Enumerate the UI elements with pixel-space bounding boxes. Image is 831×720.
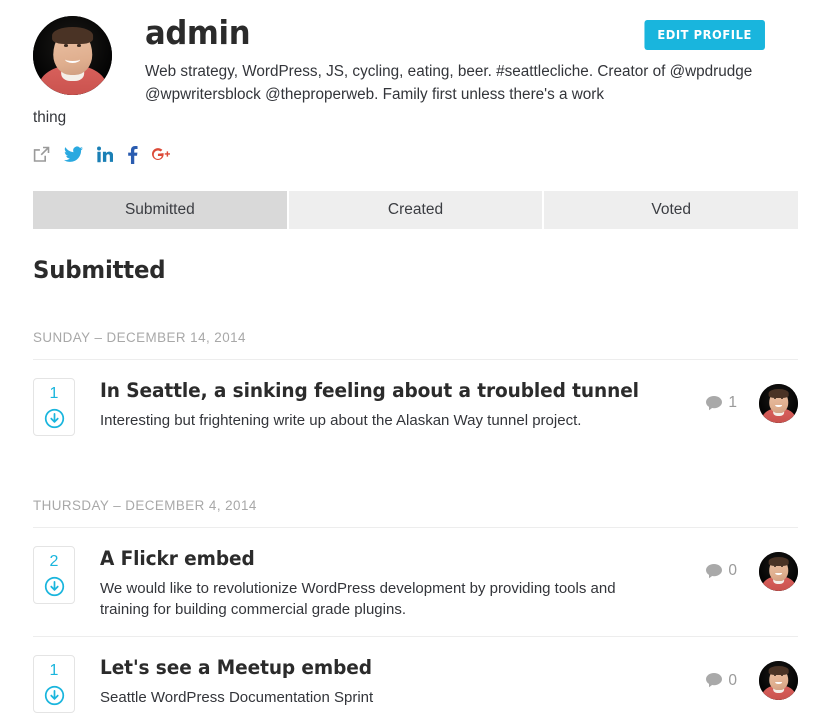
tab-created[interactable]: Created xyxy=(288,190,545,229)
facebook-icon[interactable] xyxy=(127,145,138,164)
profile-header: admin Web strategy, WordPress, JS, cycli… xyxy=(33,0,798,167)
post-row: 1 Let's see a Meetup embed Seattle WordP… xyxy=(33,636,798,720)
social-links xyxy=(33,143,798,167)
avatar-photo xyxy=(33,16,112,95)
post-group: SUNDAY – DECEMBER 14, 2014 1 In Seattle,… xyxy=(33,330,798,452)
post-author-avatar[interactable] xyxy=(759,661,798,701)
post-body: A Flickr embed We would like to revoluti… xyxy=(100,546,692,620)
comment-count: 0 xyxy=(728,562,737,580)
bio-line-3: thing xyxy=(33,108,67,126)
downvote-arrow-icon[interactable] xyxy=(44,408,65,429)
post-title[interactable]: Let's see a Meetup embed xyxy=(100,656,663,679)
vote-box[interactable]: 1 xyxy=(33,655,75,714)
post-meta: 0 xyxy=(706,546,798,591)
post-meta: 0 xyxy=(706,655,798,701)
profile-page: admin Web strategy, WordPress, JS, cycli… xyxy=(0,0,831,720)
date-heading: SUNDAY – DECEMBER 14, 2014 xyxy=(33,329,246,345)
vote-box[interactable]: 1 xyxy=(33,377,75,436)
vote-box[interactable]: 2 xyxy=(33,545,75,604)
vote-count: 1 xyxy=(49,662,59,680)
post-meta: 1 xyxy=(706,378,798,423)
downvote-arrow-icon[interactable] xyxy=(44,576,65,597)
post-row: 2 A Flickr embed We would like to revolu… xyxy=(33,526,798,636)
tab-submitted[interactable]: Submitted xyxy=(33,190,289,229)
post-author-avatar[interactable] xyxy=(759,383,798,423)
vote-count: 2 xyxy=(49,552,59,570)
comment-count: 1 xyxy=(728,394,737,412)
comments-link[interactable]: 1 xyxy=(706,394,737,412)
googleplus-icon[interactable] xyxy=(152,146,170,164)
profile-tabs: Submitted Created Voted xyxy=(33,190,799,229)
vote-count: 1 xyxy=(49,384,59,402)
comments-link[interactable]: 0 xyxy=(706,672,737,690)
avatar xyxy=(33,16,112,95)
date-heading: THURSDAY – DECEMBER 4, 2014 xyxy=(33,497,257,513)
bio-line-1: Web strategy, WordPress, JS, cycling, ea… xyxy=(145,62,666,80)
twitter-icon[interactable] xyxy=(64,146,83,163)
post-description: Seattle WordPress Documentation Sprint xyxy=(100,689,374,707)
downvote-arrow-icon[interactable] xyxy=(44,685,65,706)
external-link-icon[interactable] xyxy=(33,146,50,163)
section-title: Submitted xyxy=(33,255,166,284)
post-title[interactable]: A Flickr embed xyxy=(100,547,663,570)
post-group: THURSDAY – DECEMBER 4, 2014 2 A Flickr e… xyxy=(33,498,798,720)
comment-bubble-icon xyxy=(706,673,723,688)
post-body: Let's see a Meetup embed Seattle WordPre… xyxy=(100,655,692,708)
linkedin-icon[interactable] xyxy=(97,146,113,163)
comments-link[interactable]: 0 xyxy=(706,562,737,580)
profile-bio: Web strategy, WordPress, JS, cycling, ea… xyxy=(33,60,798,129)
edit-profile-button[interactable]: EDIT PROFILE xyxy=(644,20,765,50)
tab-voted[interactable]: Voted xyxy=(544,190,799,229)
post-author-avatar[interactable] xyxy=(759,551,798,591)
post-row: 1 In Seattle, a sinking feeling about a … xyxy=(33,358,798,452)
post-description: We would like to revolutionize WordPress… xyxy=(100,580,616,619)
post-title[interactable]: In Seattle, a sinking feeling about a tr… xyxy=(100,379,663,402)
post-description: Interesting but frightening write up abo… xyxy=(100,412,582,430)
comment-bubble-icon xyxy=(706,395,723,410)
post-body: In Seattle, a sinking feeling about a tr… xyxy=(100,378,692,431)
comment-count: 0 xyxy=(728,671,737,689)
comment-bubble-icon xyxy=(706,563,723,578)
